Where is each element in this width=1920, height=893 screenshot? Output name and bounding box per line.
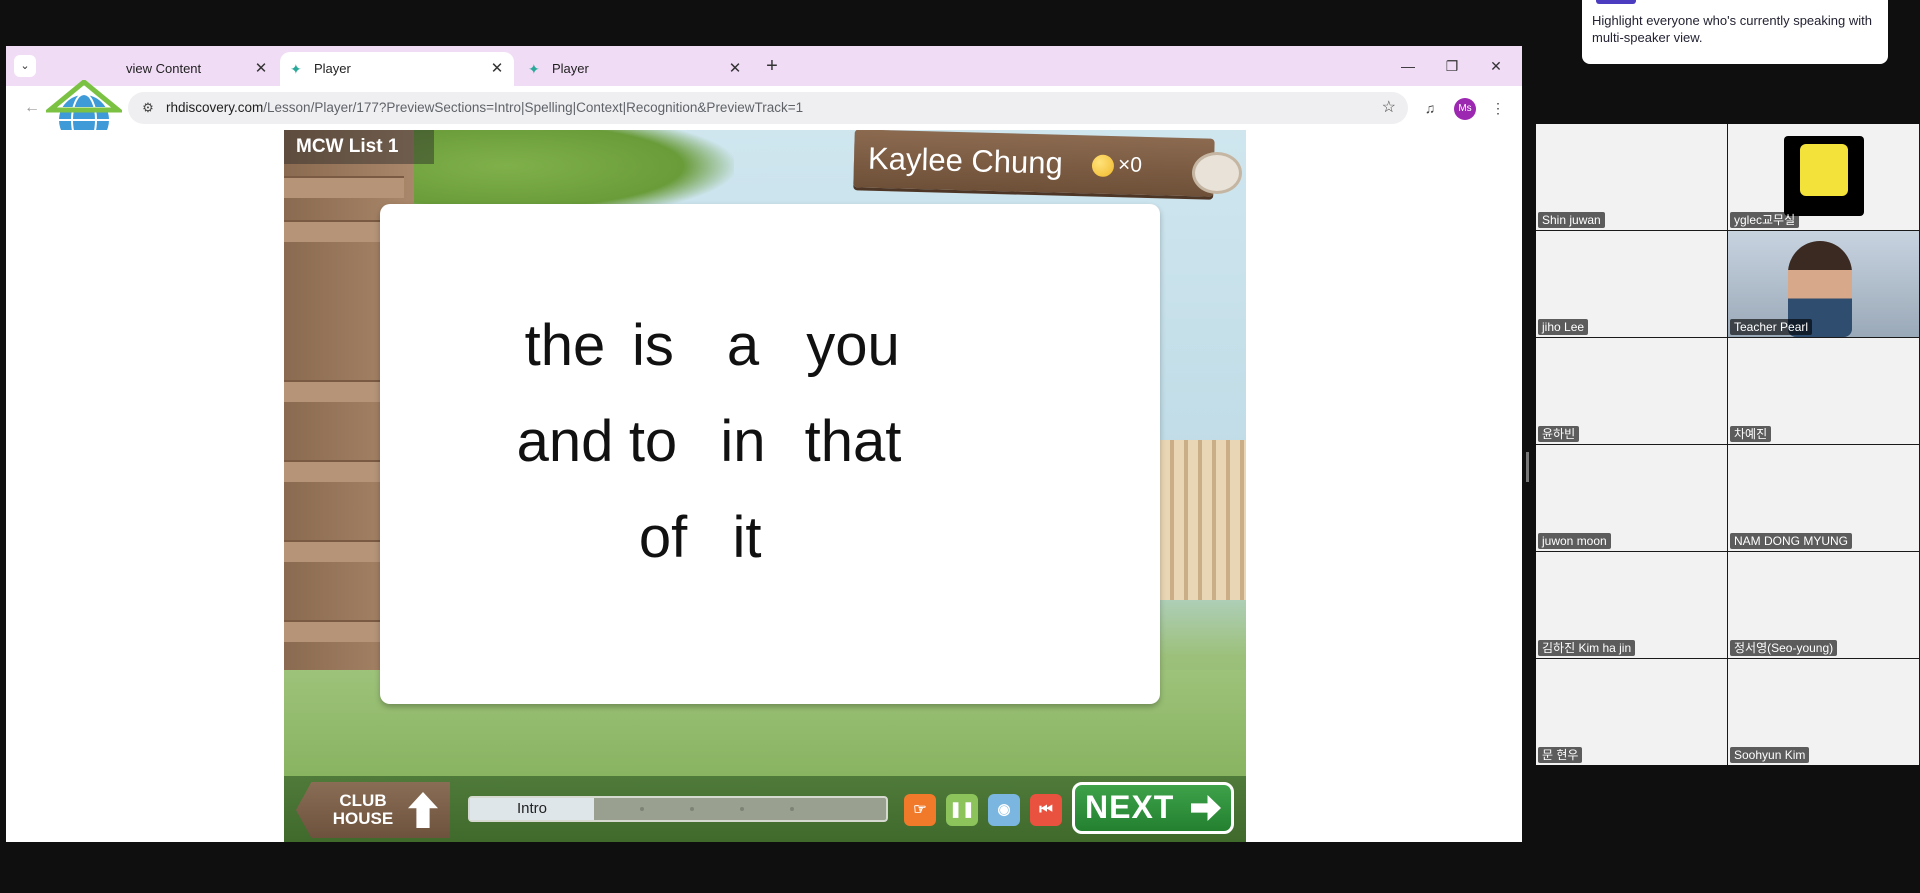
participant-name: 문 현우 <box>1538 747 1583 763</box>
tip-text: Highlight everyone who's currently speak… <box>1592 13 1872 45</box>
lesson-title: MCW List 1 <box>284 130 434 164</box>
bookmark-star-icon[interactable]: ☆ <box>1382 92 1396 124</box>
participant-tile[interactable]: NAM DONG MYUNG <box>1728 445 1919 551</box>
participant-tile[interactable]: 차예진 <box>1728 338 1919 444</box>
multi-speaker-tip: Highlight everyone who's currently speak… <box>1582 0 1888 64</box>
tab-bar: ⌄ view Content ✕ ✦ Player ✕ ✦ Player ✕ +… <box>6 46 1522 86</box>
sight-word[interactable]: it <box>672 504 822 571</box>
participant-name: Shin juwan <box>1538 212 1605 228</box>
media-controls-icon[interactable]: ♫ <box>1418 96 1442 120</box>
next-label: NEXT <box>1085 789 1175 825</box>
screen: ⌄ view Content ✕ ✦ Player ✕ ✦ Player ✕ +… <box>0 0 1920 893</box>
pause-button[interactable]: ❚❚ <box>946 794 978 826</box>
participant-name: NAM DONG MYUNG <box>1730 533 1852 549</box>
participant-name: yglec교무실 <box>1730 212 1800 228</box>
helper-hand-button[interactable]: ☞ <box>904 794 936 826</box>
tab-player[interactable]: ✦ Player ✕ <box>518 52 752 86</box>
tip-accent-bar <box>1596 0 1636 4</box>
participant-name: 김하진 Kim ha jin <box>1538 640 1636 656</box>
page-content: MCW List 1 Kaylee Chung ×0 the is a you … <box>6 130 1522 842</box>
participant-name: Teacher Pearl <box>1730 319 1813 335</box>
window-close-button[interactable]: ✕ <box>1474 46 1518 86</box>
participant-tile[interactable]: jiho Lee <box>1536 231 1727 337</box>
participant-name: 차예진 <box>1730 426 1772 442</box>
participant-name: 윤하빈 <box>1538 426 1580 442</box>
participant-tile[interactable]: juwon moon <box>1536 445 1727 551</box>
address-bar[interactable]: ⚙ rhdiscovery.com/Lesson/Player/177?Prev… <box>128 92 1408 124</box>
participant-tile[interactable]: Soohyun Kim <box>1728 659 1919 765</box>
profile-avatar[interactable]: Ms <box>1454 98 1476 120</box>
butterfly-favicon-icon: ✦ <box>528 61 540 77</box>
tab-title: Player <box>314 61 351 76</box>
close-icon[interactable]: ✕ <box>252 52 270 86</box>
close-icon[interactable]: ✕ <box>488 52 506 86</box>
participant-tile[interactable]: 김하진 Kim ha jin <box>1536 552 1727 658</box>
back-button[interactable]: ← <box>20 96 44 120</box>
sight-word[interactable]: you <box>778 312 928 379</box>
lesson-player: MCW List 1 Kaylee Chung ×0 the is a you … <box>284 130 1246 842</box>
browser-window: ⌄ view Content ✕ ✦ Player ✕ ✦ Player ✕ +… <box>6 46 1522 842</box>
clubhouse-label-line1: CLUB <box>339 791 387 810</box>
close-icon[interactable]: ✕ <box>726 52 744 86</box>
minimize-button[interactable]: — <box>1386 46 1430 86</box>
participant-tile[interactable]: 윤하빈 <box>1536 338 1727 444</box>
spongebob-avatar <box>1784 136 1864 216</box>
progress-section-label: Intro <box>516 800 547 817</box>
browser-toolbar: ← → ↻ ⚙ rhdiscovery.com/Lesson/Player/17… <box>6 86 1522 130</box>
sight-word[interactable]: that <box>778 408 928 475</box>
restore-button[interactable]: ❐ <box>1430 46 1474 86</box>
tab-search-button[interactable]: ⌄ <box>14 55 36 77</box>
new-tab-button[interactable]: + <box>758 52 786 80</box>
word-card: the is a you and to in that of it <box>380 204 1160 704</box>
student-name-sign: Kaylee Chung ×0 <box>853 130 1215 197</box>
browser-menu-icon[interactable]: ⋮ <box>1486 96 1510 120</box>
wooden-fence <box>1160 440 1246 600</box>
participant-name: 정서영(Seo-young) <box>1730 640 1838 656</box>
site-info-icon[interactable]: ⚙ <box>140 100 156 116</box>
participant-gallery: Shin juwan yglec교무실 jiho Lee Teacher Pea… <box>1536 124 1920 765</box>
up-arrow-icon <box>408 792 438 828</box>
coin-count: ×0 <box>1117 153 1143 177</box>
participant-name: Soohyun Kim <box>1730 747 1810 763</box>
coin-icon <box>1091 154 1115 178</box>
section-progress-bar[interactable]: Intro <box>468 796 888 822</box>
participant-name: juwon moon <box>1538 533 1611 549</box>
participant-tile[interactable]: 문 현우 <box>1536 659 1727 765</box>
butterfly-favicon-icon: ✦ <box>290 61 302 77</box>
restart-button[interactable]: ⏮ <box>1030 794 1062 826</box>
audio-button[interactable]: ◉ <box>988 794 1020 826</box>
participant-tile[interactable]: 정서영(Seo-young) <box>1728 552 1919 658</box>
url-text[interactable]: rhdiscovery.com/Lesson/Player/177?Previe… <box>166 92 803 124</box>
tab-title: view Content <box>126 61 202 76</box>
panel-resize-handle[interactable] <box>1526 452 1529 482</box>
student-name: Kaylee Chung <box>867 140 1064 181</box>
clubhouse-label-line2: HOUSE <box>332 809 394 828</box>
avatar-badge-icon[interactable] <box>1192 152 1242 194</box>
participant-name: jiho Lee <box>1538 319 1589 335</box>
tab-player-active[interactable]: ✦ Player ✕ <box>280 52 514 86</box>
participant-tile[interactable]: Shin juwan <box>1536 124 1727 230</box>
clubhouse-button[interactable]: CLUB HOUSE <box>296 782 450 838</box>
participant-tile-speaking[interactable]: Teacher Pearl <box>1728 231 1919 337</box>
participant-tile[interactable]: yglec교무실 <box>1728 124 1919 230</box>
next-button[interactable]: NEXT <box>1072 782 1234 834</box>
tab-title: Player <box>552 61 589 76</box>
right-arrow-icon <box>1191 795 1221 821</box>
